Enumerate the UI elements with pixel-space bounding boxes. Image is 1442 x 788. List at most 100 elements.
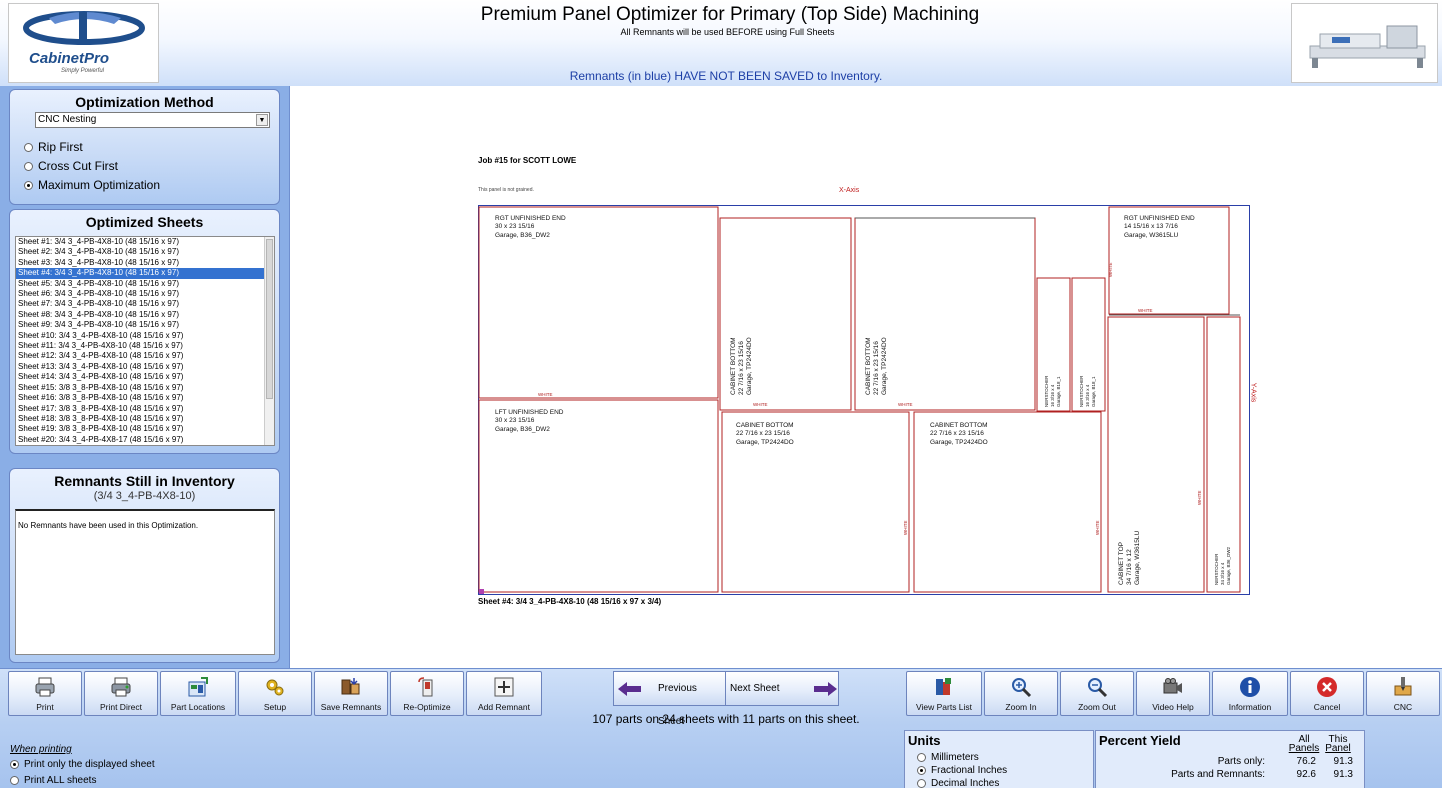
sheet-list-item[interactable]: Sheet #1: 3/4 3_4-PB-4X8-10 (48 15/16 x … [16, 237, 264, 247]
sheet-list-item[interactable]: Sheet #14: 3/4 3_4-PB-4X8-10 (48 15/16 x… [16, 372, 264, 382]
optimized-sheets-list[interactable]: Sheet #1: 3/4 3_4-PB-4X8-10 (48 15/16 x … [15, 236, 275, 446]
sheet-list-item[interactable]: Sheet #6: 3/4 3_4-PB-4X8-10 (48 15/16 x … [16, 289, 264, 299]
re-optimize-button[interactable]: Re-Optimize [390, 671, 464, 716]
radio-icon[interactable] [917, 766, 926, 775]
sheet-list-item[interactable]: Sheet #9: 3/4 3_4-PB-4X8-10 (48 15/16 x … [16, 320, 264, 330]
optimization-method-title: Optimization Method [75, 94, 214, 110]
video-camera-icon [1163, 678, 1182, 694]
radio-rip-first[interactable]: Rip First [24, 140, 83, 154]
sheet-list-item[interactable]: Sheet #10: 3/4 3_4-PB-4X8-10 (48 15/16 x… [16, 331, 264, 341]
add-remnant-button[interactable]: Add Remnant [466, 671, 542, 716]
zoom-in-button[interactable]: Zoom In [984, 671, 1058, 716]
radio-label: Rip First [38, 140, 83, 154]
sheet-list-item[interactable]: Sheet #19: 3/8 3_8-PB-4X8-10 (48 15/16 x… [16, 424, 264, 434]
zoom-out-button[interactable]: Zoom Out [1060, 671, 1134, 716]
part-garage: Garage, B36_DW2 [495, 232, 550, 239]
part-garage: Garage, W3615LU [1124, 232, 1179, 239]
radio-icon[interactable] [24, 142, 33, 152]
information-label: Information [1228, 702, 1272, 712]
sheet-list-item[interactable]: Sheet #20: 3/4 3_4-PB-4X8-17 (48 15/16 x… [16, 435, 264, 445]
radio-icon[interactable] [917, 753, 926, 762]
sheet-list-item[interactable]: Sheet #15: 3/8 3_8-PB-4X8-10 (48 15/16 x… [16, 383, 264, 393]
print-label: Print [36, 702, 54, 712]
sheet-drawing-area[interactable]: Job #15 for SCOTT LOWE This panel is not… [291, 86, 1442, 668]
radio-icon[interactable] [917, 779, 926, 788]
radio-label: Decimal Inches [931, 778, 1000, 788]
optimized-sheets-box: Optimized Sheets Sheet #1: 3/4 3_4-PB-4X… [9, 209, 280, 454]
part-label: NERSTOCHER [1214, 553, 1219, 585]
sheet-list-item[interactable]: Sheet #7: 3/4 3_4-PB-4X8-10 (48 15/16 x … [16, 299, 264, 309]
sheet-list-item[interactable]: Sheet #8: 3/4 3_4-PB-4X8-10 (48 15/16 x … [16, 310, 264, 320]
sheet-layout[interactable]: RGT UNFINISHED END 30 x 23 15/16 Garage,… [478, 205, 1252, 597]
scrollbar-thumb[interactable] [266, 239, 273, 399]
radio-icon[interactable] [10, 776, 19, 785]
page-subtitle: All Remnants will be used BEFORE using F… [620, 27, 835, 37]
radio-decimal-inches[interactable]: Decimal Inches [917, 778, 1093, 788]
part-garage: Garage, B36_DW2 [1226, 546, 1231, 585]
setup-button[interactable]: Setup [238, 671, 312, 716]
radio-print-displayed[interactable]: Print only the displayed sheet [10, 759, 155, 770]
radio-icon[interactable] [24, 161, 33, 171]
part-garage: Garage, TP2424DO [881, 337, 888, 395]
sheet-list-item[interactable]: Sheet #2: 3/4 3_4-PB-4X8-10 (48 15/16 x … [16, 247, 264, 257]
sheet-list-item[interactable]: Sheet #5: 3/4 3_4-PB-4X8-10 (48 15/16 x … [16, 279, 264, 289]
radio-cross-cut-first[interactable]: Cross Cut First [24, 159, 118, 173]
radio-fractional-inches[interactable]: Fractional Inches [917, 765, 1093, 776]
sheet-list-item[interactable]: Sheet #13: 3/4 3_4-PB-4X8-10 (48 15/16 x… [16, 362, 264, 372]
radio-icon[interactable] [24, 180, 33, 190]
sheet-list-item[interactable]: Sheet #17: 3/8 3_8-PB-4X8-10 (48 15/16 x… [16, 404, 264, 414]
view-parts-list-label: View Parts List [915, 702, 973, 712]
cnc-button[interactable]: CNC [1366, 671, 1440, 716]
sheet-list-item[interactable]: Sheet #11: 3/4 3_4-PB-4X8-10 (48 15/16 x… [16, 341, 264, 351]
sheet-list-item[interactable]: Sheet #18: 3/8 3_8-PB-4X8-10 (48 15/16 x… [16, 414, 264, 424]
parts-list-icon [936, 678, 951, 695]
remnants-list[interactable]: No Remnants have been used in this Optim… [15, 509, 275, 655]
part-garage: Garage, W3615LU [1134, 530, 1141, 585]
sheet-list-scrollbar[interactable] [264, 237, 274, 445]
radio-icon[interactable] [10, 760, 19, 769]
part-size: 16 3/16 x 4 [1085, 384, 1090, 407]
next-sheet-button[interactable]: Next Sheet [727, 672, 839, 705]
previous-sheet-label: Previous Sheet [658, 683, 697, 727]
edge-label: WHITE [903, 521, 908, 536]
previous-sheet-button[interactable]: Previous Sheet [614, 672, 726, 727]
print-direct-button[interactable]: Print Direct [84, 671, 158, 716]
yield-parts-all: 76.2 [1296, 756, 1316, 767]
print-button[interactable]: Print [8, 671, 82, 716]
cancel-button[interactable]: Cancel [1290, 671, 1364, 716]
remnants-box: Remnants Still in Inventory (3/4 3_4-PB-… [9, 468, 280, 663]
radio-millimeters[interactable]: Millimeters [917, 752, 1093, 763]
zoom-out-label: Zoom Out [1078, 702, 1116, 712]
edge-label: WHITE [1095, 521, 1100, 536]
sheet-list-item[interactable]: Sheet #16: 3/8 3_8-PB-4X8-10 (48 15/16 x… [16, 393, 264, 403]
part-garage: Garage, TP2424DO [930, 439, 988, 446]
sheet-list-item[interactable]: Sheet #3: 3/4 3_4-PB-4X8-10 (48 15/16 x … [16, 258, 264, 268]
information-button[interactable]: Information [1212, 671, 1288, 716]
cnc-icon [1394, 677, 1412, 696]
part-label: RGT UNFINISHED END [495, 215, 566, 222]
part-locations-button[interactable]: Part Locations [160, 671, 236, 716]
video-help-button[interactable]: Video Help [1136, 671, 1210, 716]
part-label: LFT UNFINISHED END [495, 409, 564, 416]
part-size: 30 x 23 15/16 [495, 417, 535, 424]
re-optimize-label: Re-Optimize [403, 702, 451, 712]
save-remnants-button[interactable]: Save Remnants [314, 671, 388, 716]
edge-label: WHITE [753, 402, 768, 407]
setup-label: Setup [263, 702, 287, 712]
radio-print-all[interactable]: Print ALL sheets [10, 775, 155, 786]
chevron-down-icon[interactable]: ▼ [256, 114, 268, 126]
radio-maximum-optimization[interactable]: Maximum Optimization [24, 178, 160, 192]
gears-icon [266, 679, 284, 696]
sheet-list-item[interactable]: Sheet #4: 3/4 3_4-PB-4X8-10 (48 15/16 x … [16, 268, 264, 279]
yield-rem-all: 92.6 [1296, 769, 1316, 780]
part-garage: Garage, TP2424DO [736, 439, 794, 446]
add-remnant-label: Add Remnant [478, 702, 530, 712]
edge-label: WHITE [1197, 491, 1202, 506]
part-label: NERSTOCHER [1044, 375, 1049, 407]
optimization-method-select[interactable]: CNC Nesting ▼ [35, 112, 270, 128]
job-title: Job #15 for SCOTT LOWE [478, 156, 577, 165]
sheet-list-item[interactable]: Sheet #12: 3/4 3_4-PB-4X8-10 (48 15/16 x… [16, 351, 264, 361]
view-parts-list-button[interactable]: View Parts List [906, 671, 982, 716]
percent-yield-title: Percent Yield [1099, 733, 1181, 748]
part-size: 22 7/16 x 23 15/16 [736, 430, 790, 437]
